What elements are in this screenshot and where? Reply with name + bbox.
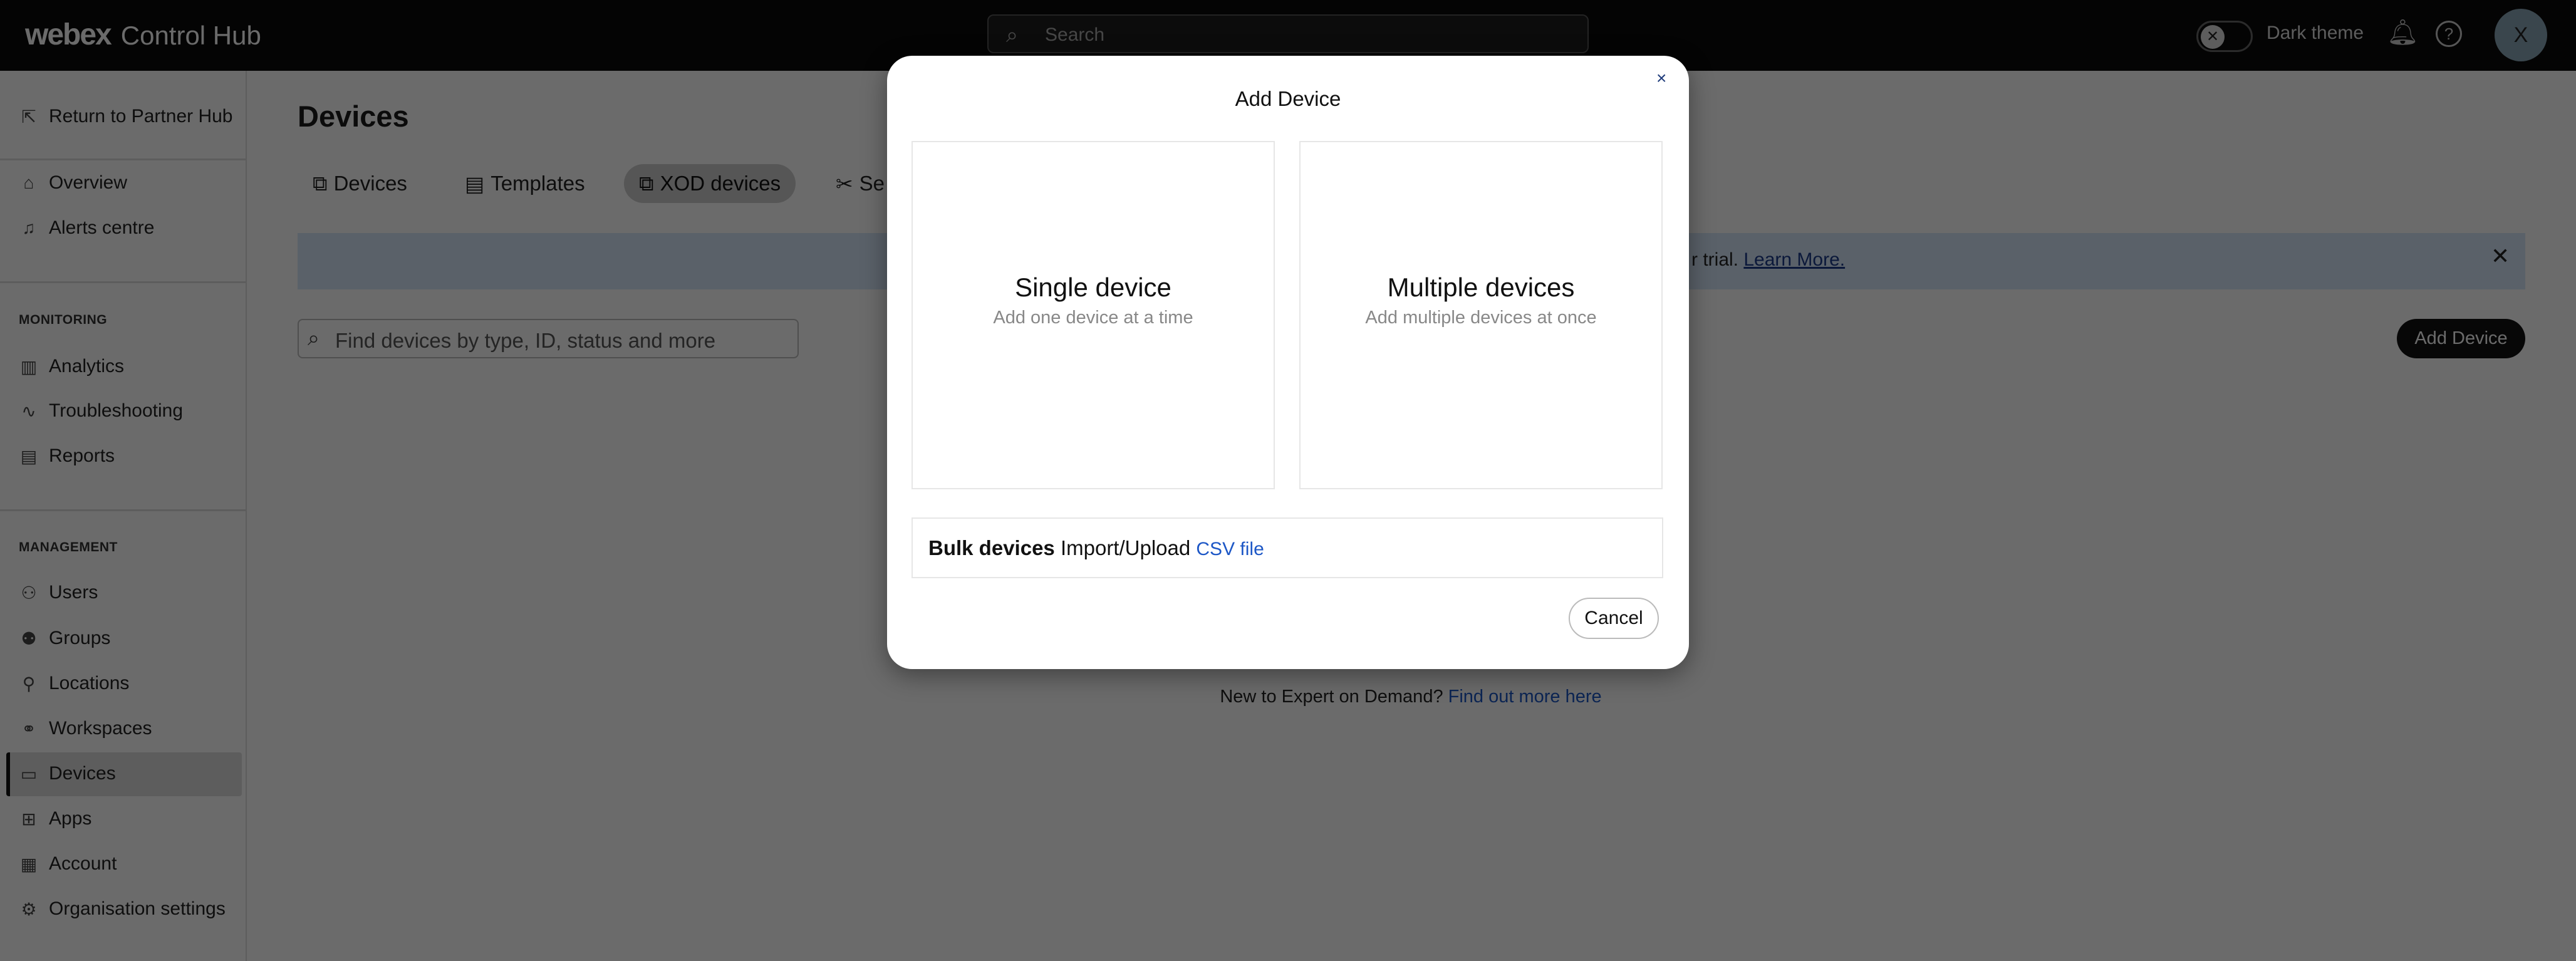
sidebar-item-return[interactable]: ⇱ Return to Partner Hub <box>19 106 232 127</box>
sidebar-item-account[interactable]: ▦ Account <box>19 853 117 875</box>
label: Troubleshooting <box>49 400 184 421</box>
apps-grid-icon: ⊞ <box>21 809 36 829</box>
multiple-devices-option[interactable]: Multiple devices Add multiple devices at… <box>1299 141 1663 489</box>
gear-icon: ⚙ <box>21 899 37 919</box>
sidebar-item-workspaces[interactable]: ⚭ Workspaces <box>19 718 152 739</box>
label: Alerts centre <box>49 217 155 238</box>
location-pin-icon: ⚲ <box>22 673 36 693</box>
cancel-button[interactable]: Cancel <box>1569 598 1659 639</box>
monitoring-heading: MONITORING <box>19 313 108 327</box>
learn-more-link[interactable]: Learn More. <box>1743 249 1845 270</box>
device-icon: ⧉ <box>639 171 654 195</box>
eod-text: New to Expert on Demand? <box>1220 687 1443 707</box>
bell-icon: ♫ <box>22 218 36 237</box>
tab-devices[interactable]: ⧉ Devices <box>298 164 422 203</box>
sidebar-item-devices[interactable]: ▭ Devices <box>19 763 116 784</box>
sidebar-item-users[interactable]: ⚇ Users <box>19 582 98 603</box>
notifications-bell-icon[interactable]: 🔔︎ <box>2387 18 2419 47</box>
label: Devices <box>333 172 407 195</box>
bulk-text: Import/Upload <box>1060 536 1191 559</box>
label: Account <box>49 853 117 874</box>
sidebar: ⇱ Return to Partner Hub ⌂ Overview ♫ Alerts… <box>0 71 247 961</box>
pulse-icon: ∿ <box>21 401 36 421</box>
label: Users <box>49 582 98 603</box>
add-device-modal: Add Device × Single device Add one devic… <box>887 56 1689 669</box>
divider <box>0 281 246 283</box>
account-icon: ▦ <box>20 854 38 874</box>
eod-info: New to Expert on Demand? Find out more h… <box>1065 687 1757 707</box>
sidebar-item-locations[interactable]: ⚲ Locations <box>19 673 130 694</box>
modal-title: Add Device <box>1235 87 1341 110</box>
device-icon: ⧉ <box>313 171 328 195</box>
label: XOD devices <box>660 172 781 195</box>
option-subtitle: Add one device at a time <box>993 308 1193 328</box>
brand: webex <box>25 18 112 51</box>
analytics-icon: ▥ <box>20 356 38 377</box>
label: Analytics <box>49 356 125 377</box>
search-placeholder: Find devices by type, ID, status and mor… <box>335 329 716 352</box>
logo: webex Control Hub <box>25 18 261 52</box>
tab-xod-devices[interactable]: ⧉ XOD devices <box>624 164 796 203</box>
external-link-icon: ⇱ <box>21 106 36 127</box>
label: Overview <box>49 172 128 193</box>
device-search-input[interactable]: ⌕ Find devices by type, ID, status and mo… <box>298 319 799 358</box>
sidebar-item-groups[interactable]: ⚉ Groups <box>19 628 110 649</box>
sidebar-item-reports[interactable]: ▤ Reports <box>19 445 115 467</box>
help-icon[interactable]: ? <box>2436 21 2462 47</box>
option-subtitle: Add multiple devices at once <box>1365 308 1597 328</box>
document-icon: ▤ <box>465 172 485 195</box>
banner-text: r trial. Learn More. <box>1691 249 1845 271</box>
label: Organisation settings <box>49 898 226 919</box>
search-icon: ⌕ <box>1006 23 1019 47</box>
search-icon: ⌕ <box>308 326 320 350</box>
csv-file-link[interactable]: CSV file <box>1196 539 1264 559</box>
sidebar-item-apps[interactable]: ⊞ Apps <box>19 808 91 829</box>
workspaces-icon: ⚭ <box>21 719 36 739</box>
close-icon[interactable]: × <box>1656 68 1666 88</box>
sidebar-item-overview[interactable]: ⌂ Overview <box>19 172 128 194</box>
option-title: Single device <box>1015 273 1171 302</box>
search-placeholder: Search <box>1045 24 1105 45</box>
label: Devices <box>49 763 116 784</box>
sidebar-item-troubleshooting[interactable]: ∿ Troubleshooting <box>19 400 183 422</box>
banner-close-icon[interactable]: ✕ <box>2491 243 2510 269</box>
add-device-button[interactable]: Add Device <box>2397 319 2525 358</box>
divider <box>0 158 246 160</box>
sidebar-item-alerts[interactable]: ♫ Alerts centre <box>19 217 155 239</box>
label: Reports <box>49 445 115 466</box>
label: Return to Partner Hub <box>49 106 233 127</box>
tools-icon: ✂ <box>836 172 853 195</box>
document-icon: ▤ <box>20 446 38 466</box>
dark-theme-label: Dark theme <box>2267 23 2364 43</box>
banner-message: r trial. <box>1691 249 1738 270</box>
sidebar-item-organisation-settings[interactable]: ⚙ Organisation settings <box>19 898 226 920</box>
management-heading: MANAGEMENT <box>19 540 118 554</box>
sidebar-item-analytics[interactable]: ▥ Analytics <box>19 356 124 377</box>
group-icon: ⚉ <box>21 628 37 648</box>
label: Locations <box>49 673 130 693</box>
bulk-devices-option[interactable]: Bulk devices Import/Upload CSV file <box>911 517 1663 578</box>
home-icon: ⌂ <box>23 173 34 192</box>
avatar[interactable]: X <box>2495 9 2547 61</box>
bulk-title: Bulk devices <box>928 536 1055 559</box>
single-device-option[interactable]: Single device Add one device at a time <box>911 141 1275 489</box>
label: Workspaces <box>49 718 152 739</box>
option-title: Multiple devices <box>1387 273 1575 302</box>
find-out-more-link[interactable]: Find out more here <box>1448 687 1602 707</box>
dark-theme-toggle[interactable]: ✕ <box>2196 21 2253 52</box>
product-name: Control Hub <box>120 21 261 50</box>
label: Se <box>859 172 885 195</box>
tab-templates[interactable]: ▤ Templates <box>450 164 600 203</box>
page-title: Devices <box>298 100 409 133</box>
label: Groups <box>49 628 111 648</box>
device-icon: ▭ <box>20 764 38 784</box>
user-icon: ⚇ <box>21 583 37 603</box>
close-icon: ✕ <box>2201 25 2225 49</box>
divider <box>0 509 246 511</box>
label: Templates <box>491 172 585 195</box>
global-search-input[interactable]: ⌕ Search <box>987 14 1589 53</box>
label: Apps <box>49 808 92 829</box>
